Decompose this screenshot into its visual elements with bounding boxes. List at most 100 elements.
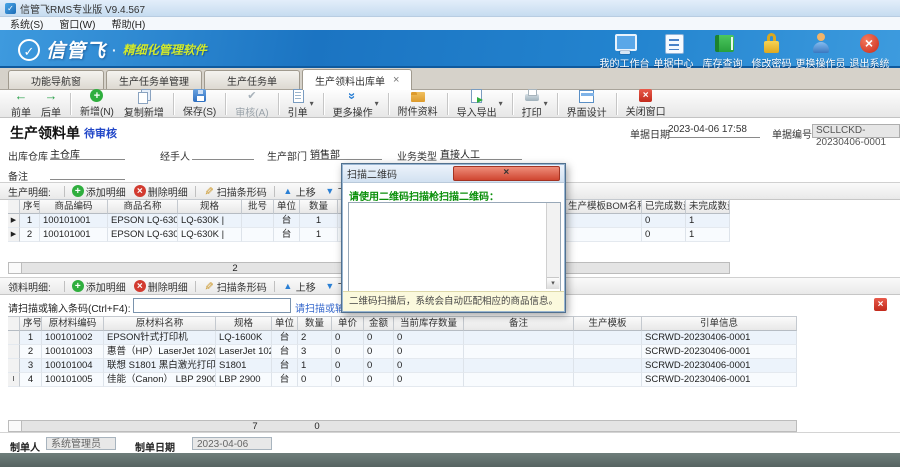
tab-label: 生产领料出库单	[315, 73, 385, 88]
toolbar-button-label: 审核(A)	[235, 104, 268, 119]
column-header: 备注	[464, 316, 574, 331]
section2-scan-button[interactable]: ✎扫描条形码	[203, 279, 267, 294]
table-cell: 惠普（HP）LaserJet 1020	[104, 345, 216, 359]
table-cell	[242, 214, 274, 228]
barcode-close-icon[interactable]: ×	[874, 298, 887, 311]
table-cell: 4	[20, 373, 42, 387]
section1-scan-button[interactable]: ✎扫描条形码	[203, 184, 267, 199]
section1-add-button[interactable]: +添加明细	[72, 184, 126, 199]
section2-add-button[interactable]: +添加明细	[72, 279, 126, 294]
table-cell: 0	[332, 359, 364, 373]
table-cell: 0	[332, 331, 364, 345]
status-bar	[0, 453, 900, 467]
tab-0[interactable]: 功能导航窗	[8, 70, 104, 89]
table-row[interactable]: 3100101004联想 S1801 黑白激光打印机S1801台1000SCRW…	[8, 359, 797, 373]
brand-name: 信管飞	[46, 36, 106, 63]
warehouse-field[interactable]: 主仓库	[50, 146, 125, 160]
toolbar-button-closewin[interactable]: ×关闭窗口	[623, 88, 669, 119]
column-header: 原材料编码	[42, 316, 104, 331]
toolbar-button-print[interactable]: 打印▾	[519, 88, 551, 120]
section1-up-button[interactable]: ▲上移	[282, 184, 316, 199]
table-row[interactable]: 1100101002EPSON针式打印机LQ-1600K台2000SCRWD-2…	[8, 331, 797, 345]
menu-item-2[interactable]: 帮助(H)	[111, 16, 145, 31]
quick-action-user[interactable]: 更换操作员	[796, 32, 845, 70]
up-icon: ▲	[282, 185, 294, 197]
table2-qty-total: 7	[245, 421, 265, 432]
chevron-down-icon: ▾	[499, 99, 503, 108]
table-cell: 1	[298, 359, 332, 373]
table-cell: 台	[274, 228, 300, 242]
quick-action-list[interactable]: 单据中心	[649, 32, 698, 70]
separator	[195, 186, 196, 197]
toolbar-button-prev[interactable]: ←前单	[8, 88, 34, 120]
toolbar-button-save[interactable]: 保存(S)	[180, 88, 219, 119]
tab-2[interactable]: 生产任务单	[204, 70, 300, 89]
app-icon: ✓	[5, 3, 16, 14]
toolbar-separator	[512, 93, 513, 115]
table-cell	[8, 359, 20, 373]
dialog-note: 二维码扫描后，系统会自动匹配相应的商品信息。	[343, 291, 564, 311]
toolbar-button-doc[interactable]: 引单▾	[285, 88, 317, 120]
table-cell: 100101005	[42, 373, 104, 387]
dialog-close-button[interactable]: ×	[453, 166, 561, 181]
table-cell	[8, 331, 20, 345]
quick-actions: 我的工作台单据中心库存查询修改密码更换操作员退出系统	[600, 32, 894, 70]
toolbar-separator	[225, 93, 226, 115]
table-cell: 0	[298, 373, 332, 387]
doc-title: 生产领料单	[10, 123, 80, 143]
menu-item-1[interactable]: 窗口(W)	[59, 16, 95, 31]
tab-1[interactable]: 生产任务单管理	[106, 70, 202, 89]
doc-date-value[interactable]: 2023-04-06 17:58	[668, 124, 760, 138]
action-label: 扫描条形码	[217, 184, 267, 199]
doc-header: 生产领料单 待审核 单据日期 2023-04-06 17:58 单据编号 SCL…	[0, 118, 900, 142]
down-icon: ▼	[324, 185, 336, 197]
del-icon: ×	[134, 185, 146, 197]
table-cell	[464, 345, 574, 359]
toolbar-button-design[interactable]: 界面设计	[564, 87, 610, 120]
table-row[interactable]: I4100101005佳能（Canon） LBP 2900+ 黑白激LBP 29…	[8, 373, 797, 387]
department-field[interactable]: 销售部	[310, 146, 382, 160]
tab-3[interactable]: 生产领料出库单 ×	[302, 69, 412, 90]
handler-label: 经手人	[160, 148, 190, 163]
toolbar-button-folder[interactable]: 附件资料	[395, 88, 441, 119]
action-label: 上移	[296, 279, 316, 294]
toolbar-separator	[557, 93, 558, 115]
scrollbar[interactable]	[546, 203, 560, 289]
list-icon	[660, 32, 688, 56]
remark-label: 备注	[8, 168, 28, 183]
menu-item-0[interactable]: 系统(S)	[10, 16, 43, 31]
handler-field[interactable]	[192, 146, 254, 160]
section2-del-button[interactable]: ×删除明细	[134, 279, 188, 294]
quick-action-lock[interactable]: 修改密码	[747, 32, 796, 70]
department-label: 生产部门	[267, 148, 307, 163]
toolbar-button-add[interactable]: +新增(N)	[77, 88, 117, 119]
doc-no-label: 单据编号	[772, 126, 812, 141]
copy-icon	[137, 89, 151, 103]
table-cell	[464, 359, 574, 373]
section1-del-button[interactable]: ×删除明细	[134, 184, 188, 199]
table-cell: 台	[272, 345, 298, 359]
table-cell: 2	[20, 345, 42, 359]
toolbar-button-impexp[interactable]: 导入导出▾	[454, 88, 506, 120]
impexp-icon	[470, 89, 484, 103]
toolbar-button-label: 前单	[11, 104, 31, 119]
dialog-instruction: 请使用二维码扫描枪扫描二维码：	[349, 188, 499, 203]
quick-action-exit[interactable]: 退出系统	[845, 32, 894, 70]
separator	[195, 281, 196, 292]
quick-action-book[interactable]: 库存查询	[698, 32, 747, 70]
section2-title: 领料明细:	[8, 279, 51, 294]
toolbar-button-more[interactable]: »更多操作▾	[330, 88, 382, 120]
barcode-input[interactable]	[133, 298, 291, 313]
app-window: ✓ 信管飞RMS专业版 V9.4.567 系统(S)窗口(W)帮助(H) ✓ 信…	[0, 0, 900, 467]
section2-up-button[interactable]: ▲上移	[282, 279, 316, 294]
quick-action-desk[interactable]: 我的工作台	[600, 32, 649, 70]
toolbar-button-next[interactable]: →后单	[38, 88, 64, 120]
qr-textarea[interactable]	[349, 203, 549, 293]
biz-type-field[interactable]: 直接人工	[440, 146, 522, 160]
tab-close-icon[interactable]: ×	[393, 75, 399, 85]
toolbar-button-copy[interactable]: 复制新增	[121, 88, 167, 120]
column-header: 单位	[272, 316, 298, 331]
remark-field[interactable]	[50, 166, 125, 180]
dialog-titlebar[interactable]: 扫描二维码 ×	[343, 165, 564, 183]
table-row[interactable]: 2100101003惠普（HP）LaserJet 1020LaserJet 10…	[8, 345, 797, 359]
